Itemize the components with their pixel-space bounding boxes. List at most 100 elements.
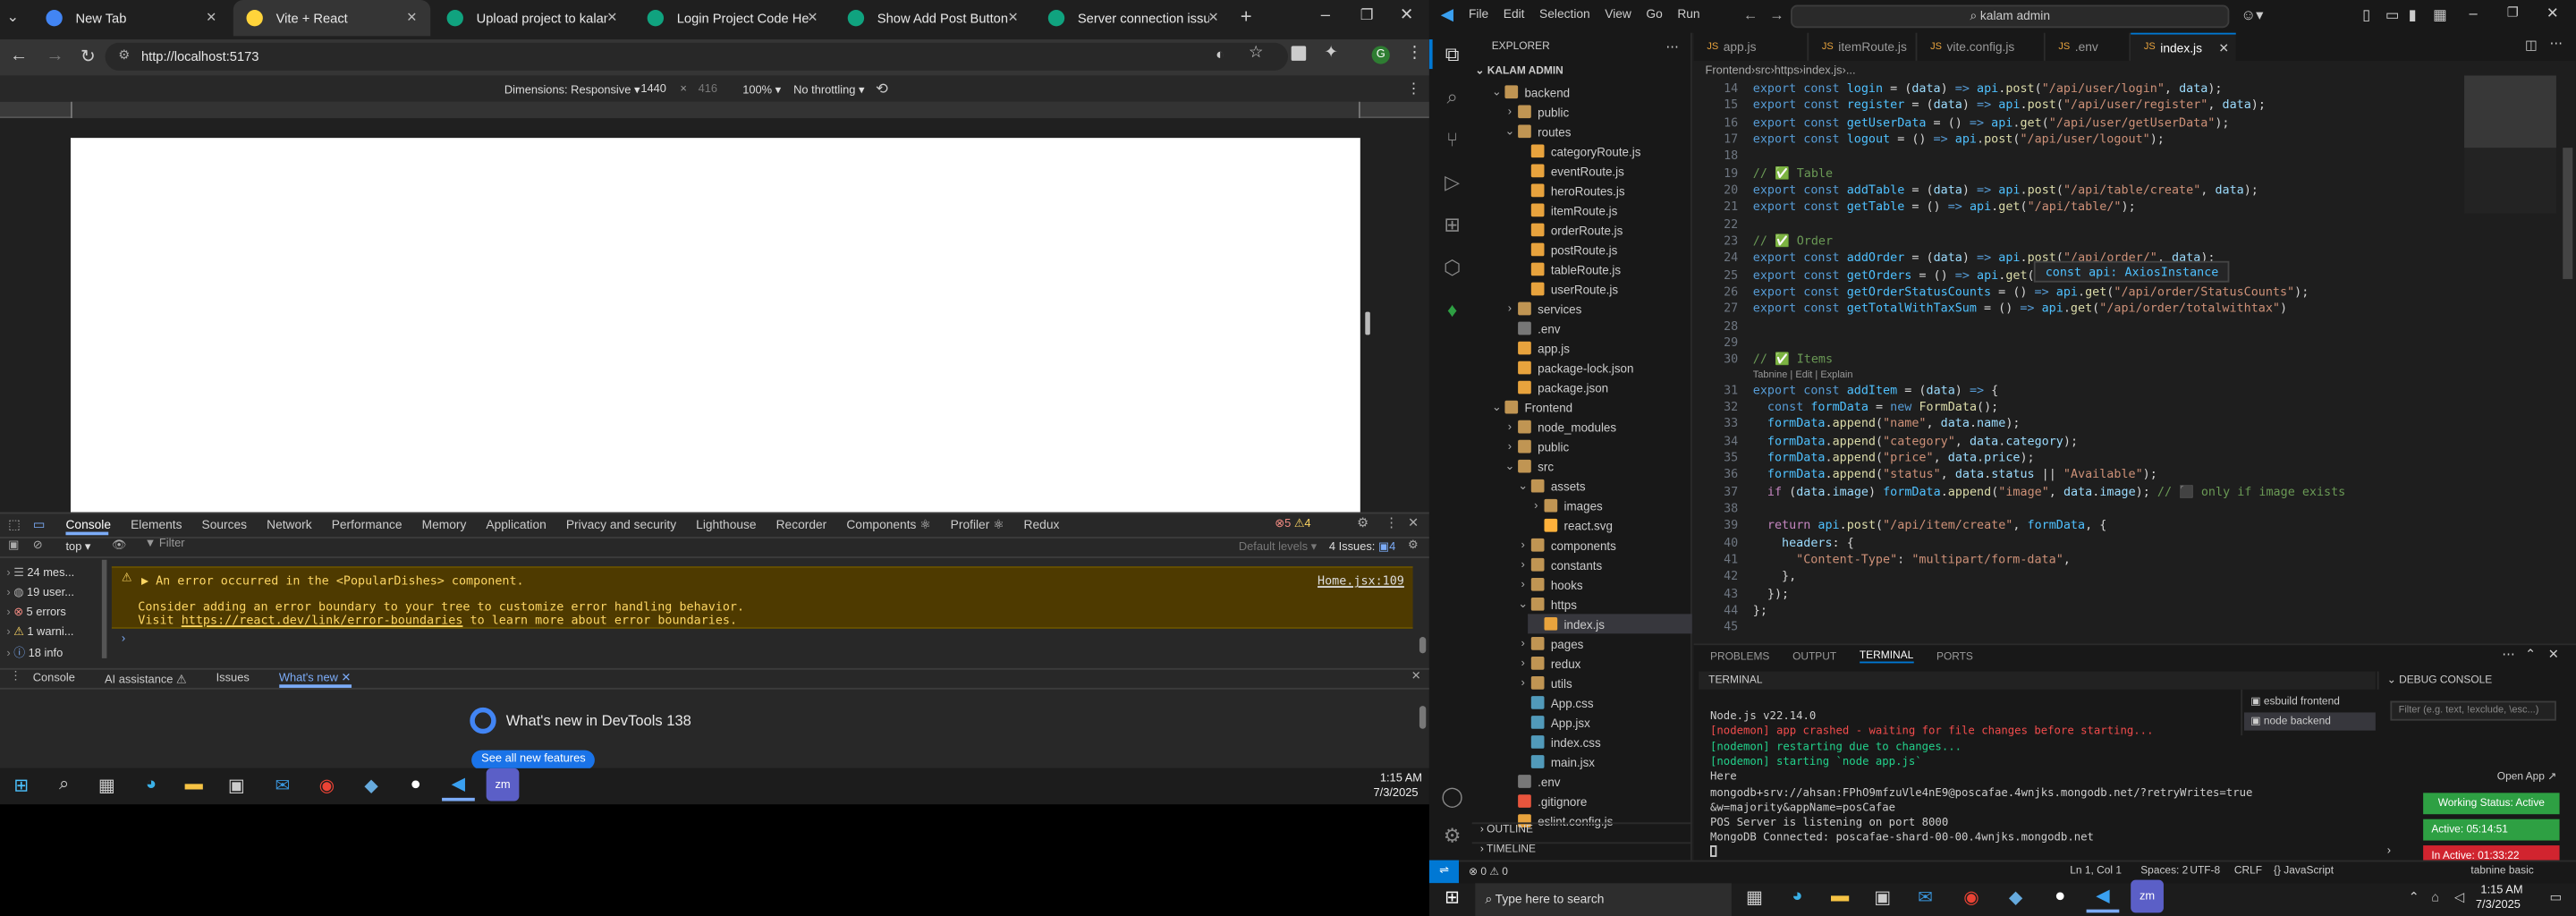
close-window-button[interactable]: ✕ — [1400, 6, 1413, 24]
explorer-item[interactable]: index.css — [1514, 732, 1601, 751]
code-line[interactable]: export const getTable = () => api.get("/… — [1753, 199, 2136, 215]
drawer-scrollbar[interactable] — [1419, 706, 1427, 729]
problems-indicator[interactable]: ⊗ 0 ⚠ 0 — [1469, 865, 1508, 878]
browser-tab[interactable]: Upload project to kalams.org✕ — [434, 0, 631, 36]
breadcrumb-item[interactable]: index.js — [1803, 65, 1843, 77]
volume-icon[interactable]: ◁ — [2454, 890, 2464, 905]
open-app-link[interactable]: Open App ↗ — [2497, 770, 2556, 783]
minimap-slider[interactable] — [2464, 75, 2556, 148]
code-line[interactable]: export const getUserData = () => api.get… — [1753, 114, 2230, 130]
code-line[interactable]: export const getOrderStatusCounts = () =… — [1753, 284, 2309, 299]
menu-item[interactable]: View — [1605, 6, 1631, 21]
devtools-tab[interactable]: Sources — [202, 516, 248, 531]
explorer-item[interactable]: › hooks — [1514, 574, 1582, 594]
devtools-close-icon[interactable]: ✕ — [1408, 515, 1419, 530]
editor-more-icon[interactable]: ⋯ — [2550, 36, 2563, 51]
menu-item[interactable]: Go — [1646, 6, 1662, 21]
editor-tab[interactable]: JS itemRoute.js — [1809, 32, 1918, 61]
right-app-icon-2[interactable]: ● — [2044, 880, 2077, 913]
panel-tab[interactable]: TERMINAL — [1859, 650, 1914, 664]
explorer-item[interactable]: categoryRoute.js — [1514, 141, 1640, 161]
panel-tab[interactable]: PROBLEMS — [1710, 651, 1769, 663]
explorer-item[interactable]: › pages — [1514, 633, 1583, 653]
workspace-root[interactable]: ⌄ KALAM ADMIN — [1475, 64, 1563, 77]
explorer-item[interactable]: › constants — [1514, 555, 1602, 574]
see-all-features-button[interactable]: See all new features — [471, 750, 596, 770]
chrome-taskbar-icon[interactable]: ◉ — [310, 768, 343, 802]
customize-layout-icon[interactable]: ▦ — [2433, 6, 2447, 24]
explorer-item[interactable]: › services — [1502, 299, 1582, 318]
right-chrome-icon[interactable]: ◉ — [1955, 880, 1988, 913]
drawer-tab[interactable]: What's new ✕ — [278, 671, 352, 687]
tab-close-icon[interactable]: ✕ — [206, 10, 216, 25]
active-time-badge[interactable]: Active: 05:14:51 — [2423, 818, 2560, 841]
zoom-taskbar-icon[interactable]: zm — [486, 768, 520, 802]
code-line[interactable]: "Content-Type": "multipart/form-data", — [1753, 551, 2071, 566]
mail-icon[interactable]: ✉ — [267, 768, 300, 802]
browser-tab[interactable]: Vite + React ✕ — [233, 0, 431, 37]
codelens-actions[interactable]: Tabnine | Edit | Explain — [1753, 371, 1853, 381]
explorer-item[interactable]: › images — [1528, 496, 1603, 515]
devtools-menu-icon[interactable]: ⋮ — [1385, 515, 1398, 530]
ruler-segment[interactable] — [70, 101, 1360, 119]
drawer-tab-close-icon[interactable]: ✕ — [338, 672, 351, 683]
explorer-item[interactable]: ⌄ backend — [1488, 82, 1570, 102]
code-line[interactable]: // ✅ Order — [1753, 233, 1833, 249]
devtools-tab[interactable]: Memory — [422, 516, 467, 531]
explorer-item[interactable]: tableRoute.js — [1514, 259, 1621, 279]
right-app-icon-1[interactable]: ◆ — [1999, 880, 2032, 913]
puzzle-icon[interactable]: ✦ — [1324, 45, 1337, 63]
devtools-tab[interactable]: Privacy and security — [566, 516, 676, 531]
back-button[interactable]: ← — [10, 46, 28, 65]
panel-close-icon[interactable]: ✕ — [2548, 647, 2559, 662]
browser-tab[interactable]: New Tab ✕ — [33, 0, 230, 36]
explorer-item[interactable]: › components — [1514, 535, 1615, 555]
devtools-tab[interactable]: Elements — [131, 516, 182, 531]
taskbar-search-box[interactable]: ⌕ Type here to search — [1475, 883, 1732, 916]
rotate-icon[interactable]: ⟲ — [876, 81, 888, 98]
browser-tab[interactable]: Server connection issue fix✕ — [1035, 0, 1232, 36]
code-line[interactable]: export const getTotalWithTaxSum = () => … — [1753, 301, 2287, 316]
browser-tab[interactable]: Show Add Post Button ✕ — [835, 0, 1031, 36]
code-line[interactable]: export const register = (data) => api.po… — [1753, 98, 2266, 113]
bookmark-star-icon[interactable]: ☆ — [1249, 45, 1263, 63]
drawer-tab[interactable]: AI assistance ⚠ — [105, 672, 187, 685]
editor-tab[interactable]: JS app.js — [1694, 32, 1809, 61]
nav-back-icon[interactable]: ← — [1743, 6, 1758, 22]
devtools-tab[interactable]: Network — [267, 516, 312, 531]
devtools-tab[interactable]: Performance — [332, 516, 402, 531]
toggle-panel-icon[interactable]: ▭ — [2385, 6, 2400, 24]
live-expression-icon[interactable]: 👁 — [112, 539, 126, 552]
breadcrumb-item[interactable]: Frontend — [1705, 65, 1750, 77]
explorer-item[interactable]: › public — [1502, 102, 1569, 122]
left-clock-date[interactable]: 7/3/2025 — [1373, 788, 1418, 800]
sidebar-divider[interactable] — [101, 559, 107, 658]
sidebar-toggle-icon[interactable]: ▣ — [8, 539, 19, 552]
explorer-item[interactable]: .gitignore — [1502, 792, 1587, 811]
editor-tab-close-icon[interactable]: ✕ — [2218, 40, 2229, 55]
issues-button[interactable]: 4 Issues: ▣4 — [1329, 540, 1395, 554]
dimensions-dropdown[interactable]: Dimensions: Responsive ▾ — [504, 84, 640, 97]
error-count-badge[interactable]: ⊗5 ⚠4 — [1275, 517, 1310, 530]
console-sidebar-item[interactable]: › ⓘ 18 info — [6, 645, 63, 661]
panel-tab[interactable]: PORTS — [1936, 651, 1973, 663]
menu-item[interactable]: Run — [1677, 6, 1699, 21]
drawer-tab[interactable]: Issues — [216, 673, 250, 684]
breadcrumb-item[interactable]: ... — [1846, 65, 1856, 77]
clear-console-icon[interactable]: ⊘ — [33, 539, 43, 552]
explorer-item[interactable]: userRoute.js — [1514, 279, 1618, 299]
app-icon-1[interactable]: ◆ — [355, 768, 388, 802]
toggle-secondary-sidebar-icon[interactable]: ▮ — [2409, 6, 2417, 24]
console-sidebar-item[interactable]: › ⚠ 1 warni... — [6, 625, 73, 639]
viewport-resize-handle[interactable] — [1365, 311, 1370, 335]
cursor-position[interactable]: Ln 1, Col 1 — [2070, 865, 2122, 877]
zoom-dropdown[interactable]: 100% ▾ — [742, 84, 781, 97]
devtools-tab[interactable]: Application — [486, 516, 546, 531]
explorer-item[interactable]: package.json — [1502, 377, 1608, 397]
notification-icon[interactable]: ▭ — [2550, 890, 2563, 905]
breadcrumb-item[interactable]: src — [1755, 65, 1770, 77]
throttle-dropdown[interactable]: No throttling ▾ — [793, 84, 864, 97]
reload-button[interactable]: ↻ — [80, 46, 96, 67]
eye-off-icon[interactable]: ◐ — [1216, 46, 1224, 62]
toggle-sidebar-icon[interactable]: ▯ — [2362, 6, 2370, 24]
